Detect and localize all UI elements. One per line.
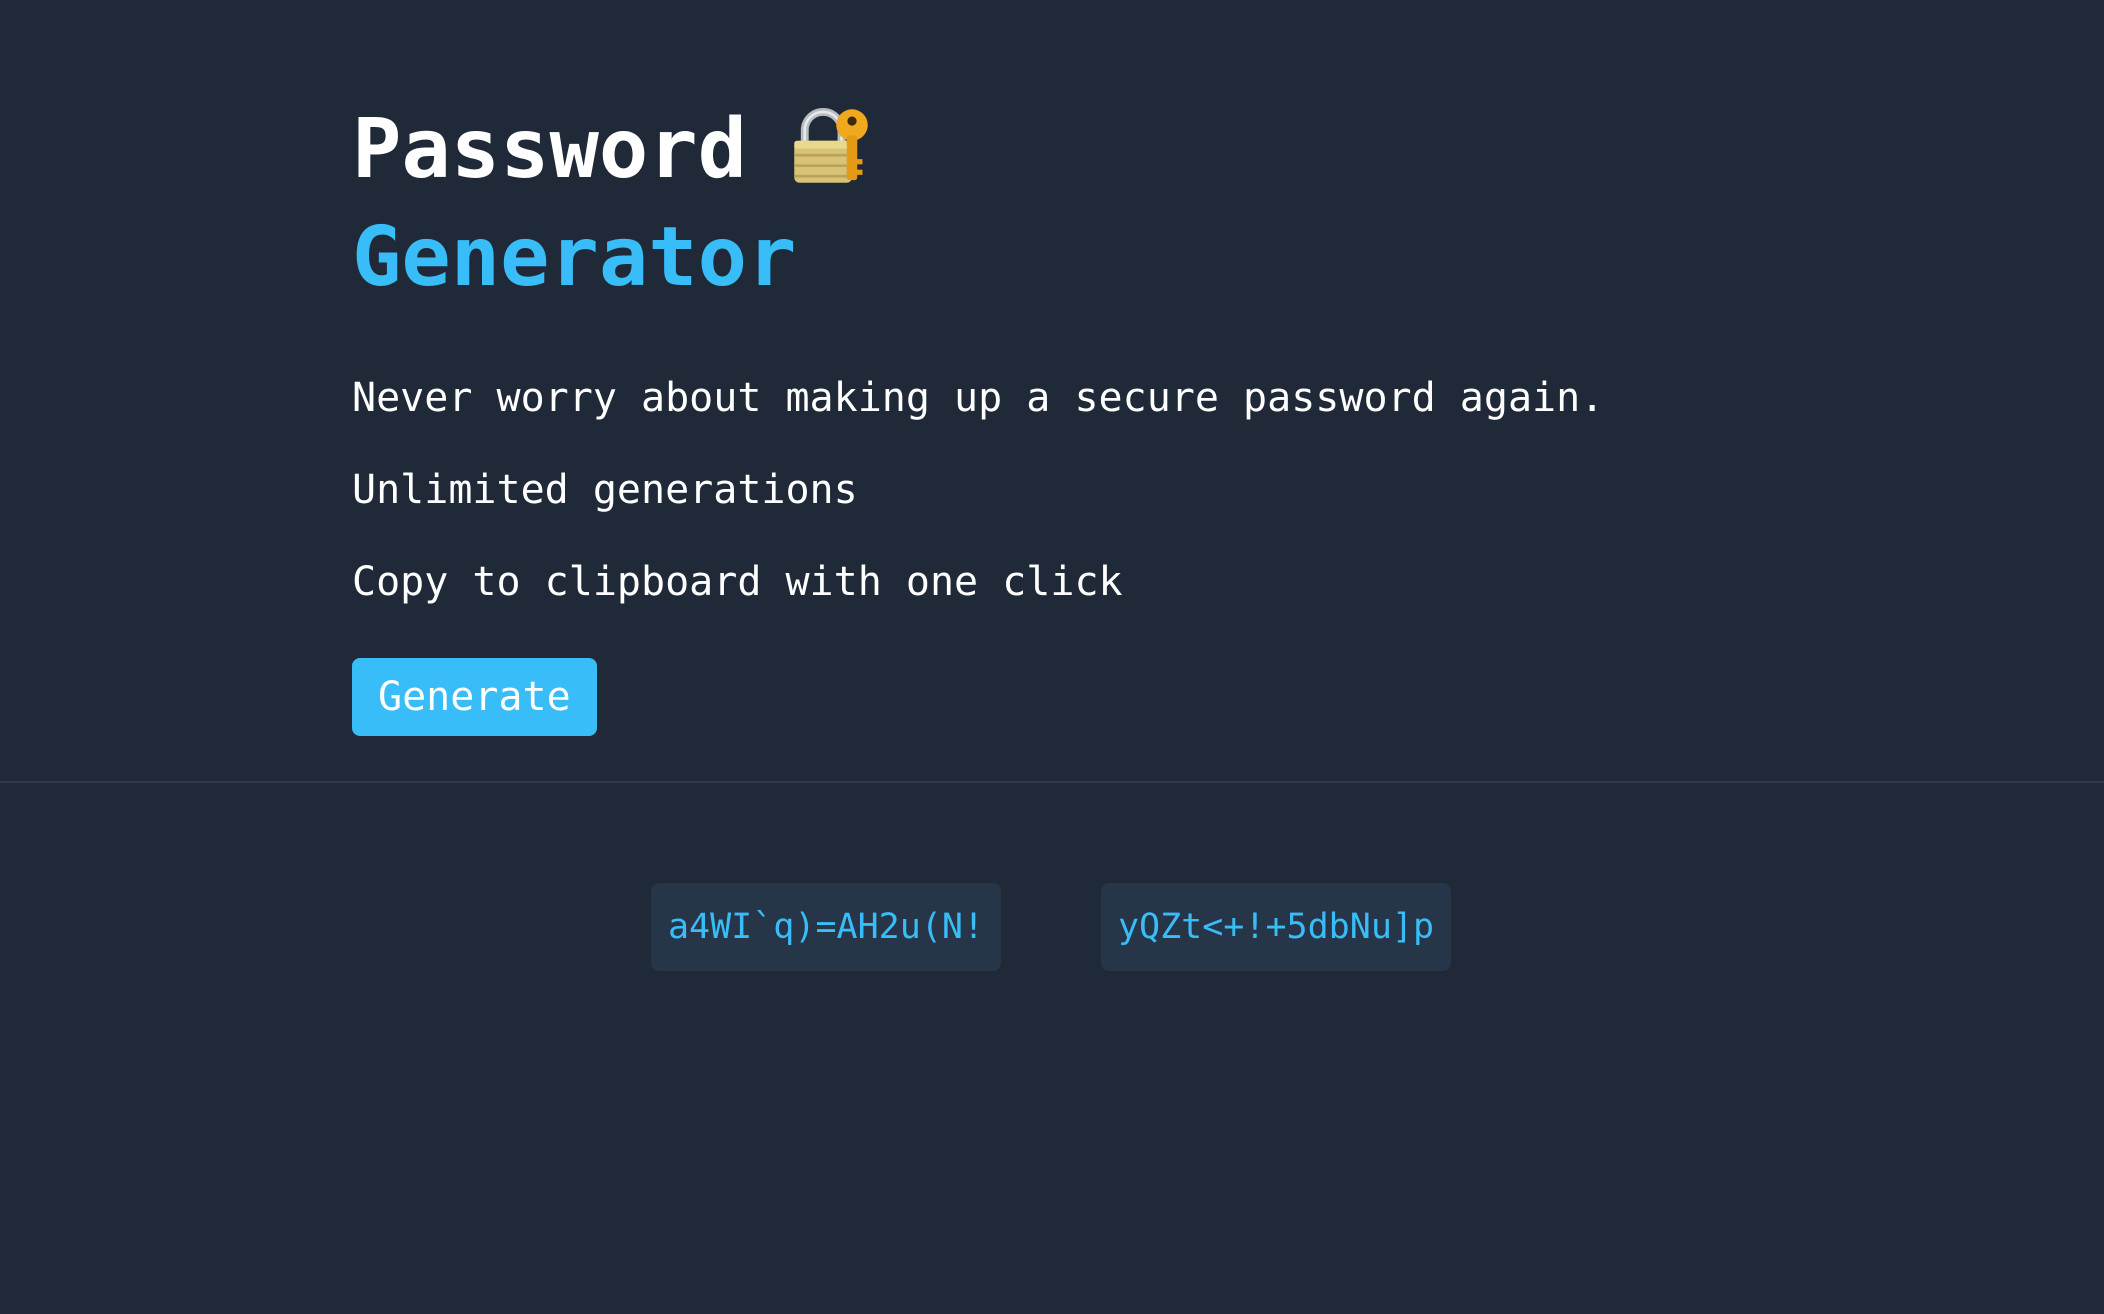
feature-unlimited-generations: Unlimited generations bbox=[352, 467, 858, 513]
password-results: a4WI`q)=AH2u(N! yQZt<+!+5dbNu]p bbox=[0, 883, 2104, 971]
password-output-2[interactable]: yQZt<+!+5dbNu]p bbox=[1101, 883, 1451, 971]
title-password-text: Password bbox=[352, 102, 747, 197]
tagline: Never worry about making up a secure pas… bbox=[352, 375, 1605, 421]
password-output-1[interactable]: a4WI`q)=AH2u(N! bbox=[651, 883, 1001, 971]
hero-section: Password Generator Never worry about mak… bbox=[352, 96, 1852, 736]
page-title: Password Generator bbox=[352, 96, 1852, 312]
title-line-password: Password bbox=[352, 96, 1852, 204]
section-divider bbox=[0, 781, 2104, 783]
feature-copy-to-clipboard: Copy to clipboard with one click bbox=[352, 559, 1123, 605]
generate-button[interactable]: Generate bbox=[352, 658, 597, 736]
title-generator-text: Generator bbox=[352, 210, 797, 305]
lock-with-key-icon bbox=[789, 104, 873, 188]
